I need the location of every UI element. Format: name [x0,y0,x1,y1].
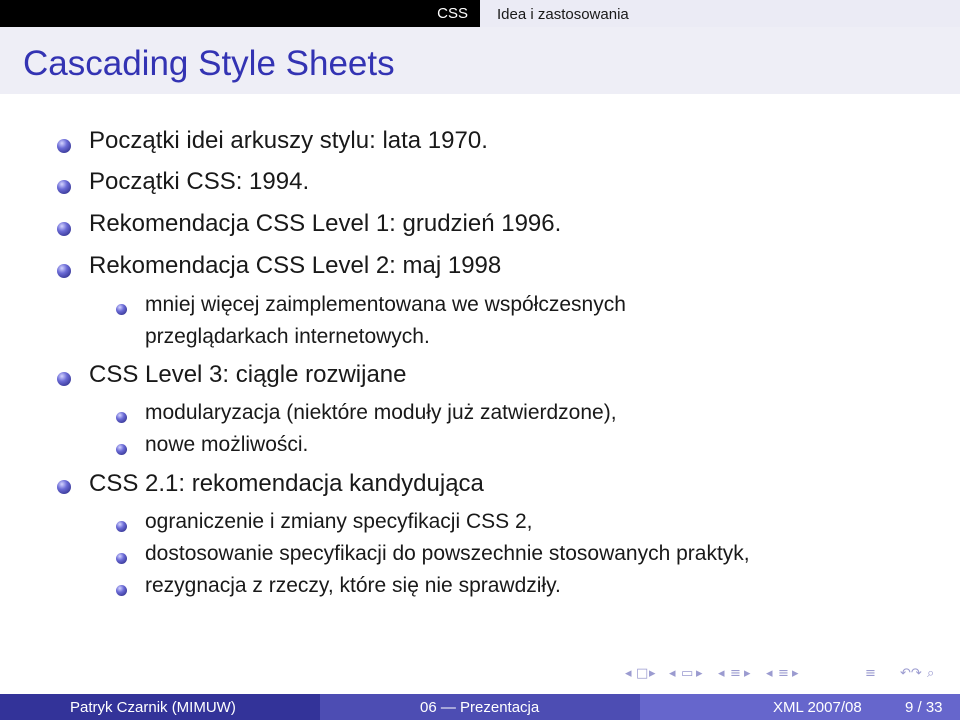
subframe-next-icon[interactable]: ▸ [696,666,703,681]
bullet-icon [57,372,71,386]
sub-bullet-item: mniej więcej zaimplementowana we współcz… [145,293,626,316]
footer-talk-box: 06 — Prezentacja [320,694,640,720]
search-icon[interactable]: ⌕ [927,666,934,681]
section-nav-left [0,0,480,27]
footer-author-box: Patryk Czarnik (MIMUW) [0,694,320,720]
bullet-item: Rekomendacja CSS Level 2: maj 1998 [89,252,502,279]
sub-bullet-item: ograniczenie i zmiany specyfikacji CSS 2… [145,510,533,533]
bullet-item: Początki idei arkuszy stylu: lata 1970. [89,127,488,154]
section-navigation: CSS Idea i zastosowania [0,0,960,27]
sub-bullet-icon [116,585,127,596]
bullet-icon [57,264,71,278]
bullet-icon [57,139,71,153]
bullet-item: Początki CSS: 1994. [89,168,310,195]
slide-title: Cascading Style Sheets [23,44,395,83]
align-icon[interactable]: ≡ [865,666,876,681]
sub-bullet-item: rezygnacja z rzeczy, które się nie spraw… [145,574,561,597]
sub-bullet-icon [116,444,127,455]
beamer-navigation-symbols: ◂ □ ▸ ◂ ▭ ▸ ◂ ≡ ▸ ◂ ≡ ▸ ≡ ↶↷ ⌕ [625,666,960,688]
bullet-icon [57,480,71,494]
footer-page-number: 9 / 33 [905,699,943,716]
title-bar: Cascading Style Sheets [0,27,960,94]
sub-bullet-item: nowe możliwości. [145,433,309,456]
sub-bullet-icon [116,304,127,315]
footer-course: XML 2007/08 [773,699,862,716]
slide-content: Początki idei arkuszy stylu: lata 1970. … [0,94,960,654]
nav-prev-icon[interactable]: ◂ [625,666,632,681]
nav-next-icon[interactable]: ▸ [649,666,656,681]
sub-bullet-item: przeglądarkach internetowych. [145,325,430,348]
section-link-idea[interactable]: Idea i zastosowania [497,6,629,23]
footer-talk-title: 06 — Prezentacja [420,699,540,716]
subframe-icon[interactable]: ▭ [681,666,693,681]
footer-author: Patryk Czarnik (MIMUW) [70,699,236,716]
sub-bullet-icon [116,553,127,564]
subsection-prev-icon[interactable]: ◂ [766,666,773,681]
footer: Patryk Czarnik (MIMUW) 06 — Prezentacja … [0,694,960,720]
bullet-item: Rekomendacja CSS Level 1: grudzień 1996. [89,210,562,237]
sub-bullet-icon [116,521,127,532]
bullet-icon [57,222,71,236]
bullet-icon [57,180,71,194]
section-icon[interactable]: ≡ [730,666,741,681]
section-link-css[interactable]: CSS [437,5,468,22]
frame-icon[interactable]: □ [636,666,648,681]
footer-course-box: XML 2007/08 9 / 33 [640,694,960,720]
sub-bullet-item: modularyzacja (niektóre moduły już zatwi… [145,401,617,424]
section-prev-icon[interactable]: ◂ [718,666,725,681]
sub-bullet-item: dostosowanie specyfikacji do powszechnie… [145,542,750,565]
bullet-item: CSS Level 3: ciągle rozwijane [89,361,407,388]
sub-bullet-icon [116,412,127,423]
subframe-prev-icon[interactable]: ◂ [669,666,676,681]
subsection-next-icon[interactable]: ▸ [792,666,799,681]
section-next-icon[interactable]: ▸ [744,666,751,681]
subsection-icon[interactable]: ≡ [778,666,789,681]
back-forward-icon[interactable]: ↶↷ [900,666,922,681]
bullet-item: CSS 2.1: rekomendacja kandydująca [89,470,484,497]
